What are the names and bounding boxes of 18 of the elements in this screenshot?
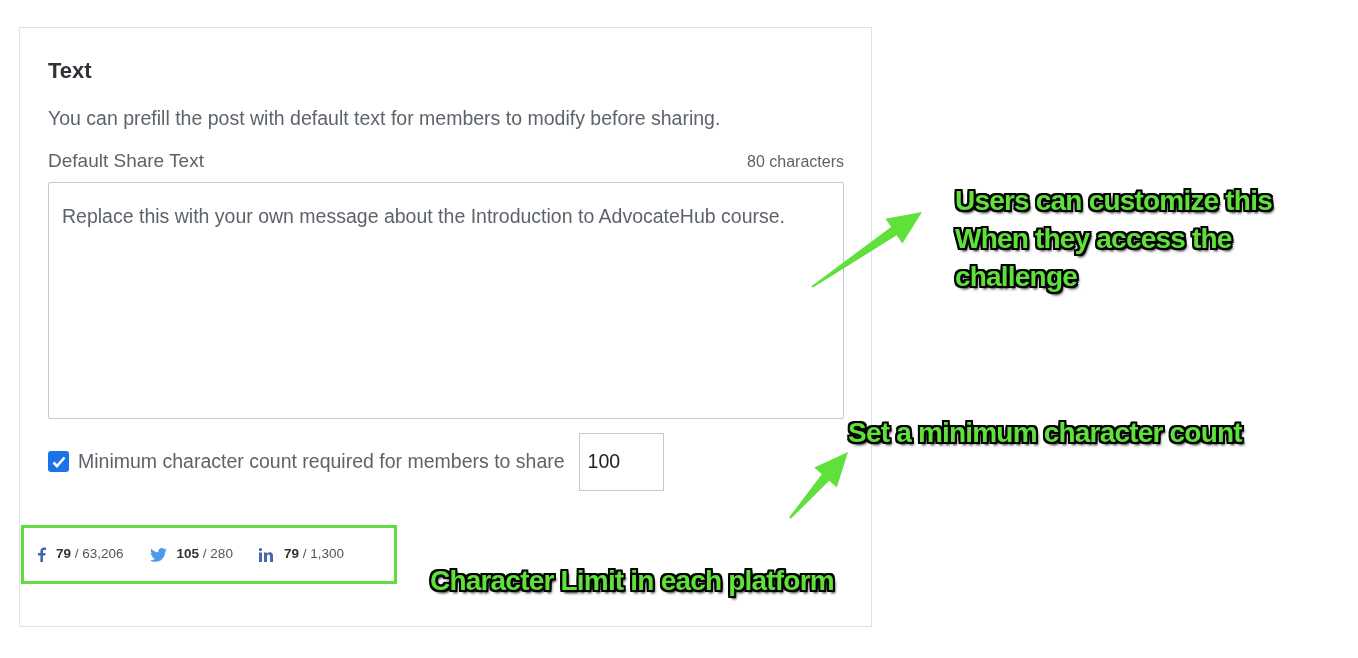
character-count: 80 characters [747, 152, 844, 172]
section-title: Text [48, 57, 93, 85]
minimum-count-field[interactable]: 100 [578, 432, 664, 491]
linkedin-icon [258, 547, 274, 562]
annotation-text: Character Limit in each platform [430, 564, 835, 598]
facebook-icon [37, 547, 46, 562]
share-text-field[interactable]: Replace this with your own message about the Introduction to AdvocateHub course. [48, 181, 844, 419]
annotation-text: Set a minimum character count [848, 416, 1244, 450]
character-limit: 105 / 280 [176, 545, 233, 564]
character-limit: 79 / 1,300 [283, 545, 344, 564]
annotation-text: Users can customize this When they access the challenge [955, 184, 1273, 294]
field-label: Default Share Text [48, 149, 204, 173]
section-description: You can prefill the post with default text for members to modify before sharing. [48, 106, 722, 131]
arrow [789, 452, 848, 519]
minimum-checkbox[interactable] [48, 451, 69, 472]
bird-icon [149, 547, 167, 562]
minimum-label: Minimum character count required for members to share [78, 448, 565, 474]
character-limit: 79 / 63,206 [56, 545, 124, 564]
